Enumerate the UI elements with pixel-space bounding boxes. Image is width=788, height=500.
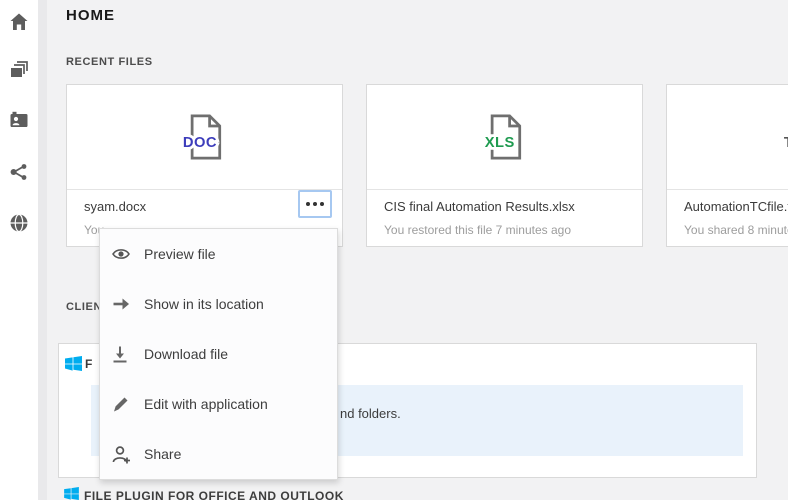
banner-text: nd folders.: [340, 406, 401, 421]
stacked-files-icon[interactable]: [9, 60, 29, 80]
home-icon[interactable]: [9, 12, 29, 32]
txt-file-icon: TXT TXT: [782, 112, 788, 162]
file-context-menu: Preview file Show in its location Downlo…: [99, 228, 338, 480]
plugin-heading: FILE PLUGIN FOR OFFICE AND OUTLOOK: [84, 489, 344, 500]
plugin-section-header: FILE PLUGIN FOR OFFICE AND OUTLOOK: [64, 487, 344, 500]
arrow-right-icon: [111, 294, 131, 314]
download-icon: [111, 344, 131, 364]
menu-item-share[interactable]: Share: [100, 429, 337, 479]
windows-logo-icon: [64, 487, 79, 500]
file-name: AutomationTCfile.txt: [684, 199, 788, 214]
user-badge-icon[interactable]: [9, 110, 29, 130]
panel-header: F: [65, 356, 93, 371]
file-card-cis-xlsx[interactable]: XLS XLS CIS final Automation Results.xls…: [366, 84, 643, 247]
file-thumbnail: XLS XLS: [367, 85, 642, 190]
file-activity: You shared 8 minutes ago: [684, 223, 788, 237]
page-title: HOME: [66, 7, 115, 24]
menu-item-preview-file[interactable]: Preview file: [100, 229, 337, 279]
menu-item-show-in-location[interactable]: Show in its location: [100, 279, 337, 329]
sidebar-divider: [38, 0, 47, 500]
svg-text:XLS: XLS: [484, 135, 514, 151]
file-name: CIS final Automation Results.xlsx: [384, 199, 626, 214]
file-card-automationtc-txt[interactable]: TXT TXT AutomationTCfile.txt You shared …: [666, 84, 788, 247]
sidebar: [0, 0, 38, 500]
pencil-icon: [111, 394, 131, 414]
svg-text:TXT: TXT: [783, 135, 788, 151]
windows-logo-icon: [65, 356, 82, 371]
more-options-button[interactable]: [298, 190, 332, 218]
share-network-icon[interactable]: [9, 162, 29, 182]
file-card-syam-docx[interactable]: DOC DOC syam.docx You: [66, 84, 343, 247]
file-thumbnail: DOC DOC: [67, 85, 342, 190]
add-user-icon: [111, 444, 131, 464]
file-thumbnail: TXT TXT: [667, 85, 788, 190]
app-window: HOME RECENT FILES DOC DOC syam.docx You: [0, 0, 788, 500]
svg-text:DOC: DOC: [182, 135, 216, 151]
file-activity: You restored this file 7 minutes ago: [384, 223, 626, 237]
eye-icon: [111, 244, 131, 264]
file-name: syam.docx: [84, 199, 326, 214]
xls-file-icon: XLS XLS: [482, 112, 528, 162]
globe-icon[interactable]: [9, 213, 29, 233]
menu-item-edit-with-application[interactable]: Edit with application: [100, 379, 337, 429]
menu-item-download-file[interactable]: Download file: [100, 329, 337, 379]
recent-files-heading: RECENT FILES: [66, 56, 153, 68]
ellipsis-icon: [306, 202, 310, 206]
doc-file-icon: DOC DOC: [182, 112, 228, 162]
client-panel-title: F: [85, 357, 93, 371]
